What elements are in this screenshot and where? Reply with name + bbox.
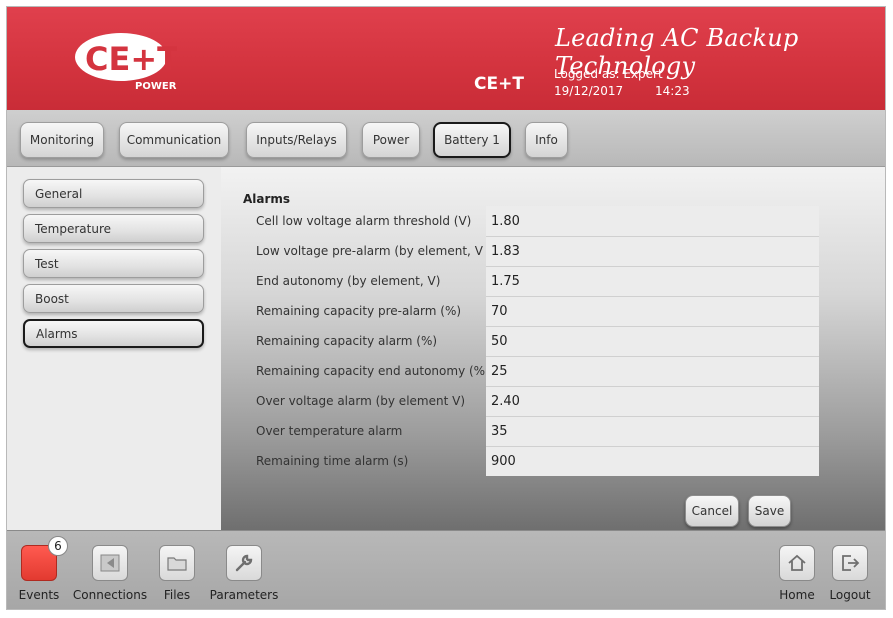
connections-icon bbox=[92, 545, 128, 581]
sidebar-item-general[interactable]: General bbox=[23, 179, 204, 208]
svg-text:CE+T: CE+T bbox=[85, 40, 177, 78]
field-label: Over voltage alarm (by element V) bbox=[256, 394, 465, 408]
connections-label: Connections bbox=[72, 588, 148, 602]
alarms-panel: Alarms Cell low voltage alarm threshold … bbox=[221, 167, 885, 530]
section-title: Alarms bbox=[243, 192, 291, 206]
tab-power[interactable]: Power bbox=[362, 122, 420, 158]
events-button[interactable]: 6 Events bbox=[16, 531, 68, 609]
footer-bar: 6 Events Connections Files Parameters Ho… bbox=[7, 530, 885, 609]
events-count-badge: 6 bbox=[48, 536, 68, 556]
logout-label: Logout bbox=[829, 588, 871, 602]
tab-inputs-relays[interactable]: Inputs/Relays bbox=[246, 122, 347, 158]
main-tab-bar: Monitoring Communication Inputs/Relays P… bbox=[7, 110, 885, 167]
over-voltage-input[interactable] bbox=[486, 386, 819, 416]
parameters-button[interactable]: Parameters bbox=[207, 531, 281, 609]
capacity-end-autonomy-input[interactable] bbox=[486, 356, 819, 386]
capacity-prealarm-input[interactable] bbox=[486, 296, 819, 326]
connections-button[interactable]: Connections bbox=[69, 531, 151, 609]
svg-text:POWER: POWER bbox=[135, 81, 177, 91]
files-button[interactable]: Files bbox=[157, 531, 197, 609]
field-label: Low voltage pre-alarm (by element, V bbox=[256, 244, 483, 258]
current-date: 19/12/2017 bbox=[554, 84, 624, 98]
field-label: Cell low voltage alarm threshold (V) bbox=[256, 214, 472, 228]
sidebar-item-test[interactable]: Test bbox=[23, 249, 204, 278]
low-voltage-prealarm-input[interactable] bbox=[486, 236, 819, 266]
field-label: Over temperature alarm bbox=[256, 424, 403, 438]
wrench-icon bbox=[226, 545, 262, 581]
tab-battery-1[interactable]: Battery 1 bbox=[433, 122, 511, 158]
app-window: CE+T POWER Leading AC Backup Technology … bbox=[6, 6, 886, 610]
sidebar: General Temperature Test Boost Alarms bbox=[7, 167, 221, 530]
field-label: Remaining time alarm (s) bbox=[256, 454, 409, 468]
field-label: Remaining capacity alarm (%) bbox=[256, 334, 438, 348]
sidebar-item-alarms[interactable]: Alarms bbox=[23, 319, 204, 348]
logout-button[interactable]: Logout bbox=[825, 531, 875, 609]
sidebar-item-boost[interactable]: Boost bbox=[23, 284, 204, 313]
field-label: Remaining capacity pre-alarm (%) bbox=[256, 304, 462, 318]
capacity-alarm-input[interactable] bbox=[486, 326, 819, 356]
parameters-label: Parameters bbox=[209, 588, 279, 602]
current-time: 14:23 bbox=[655, 84, 690, 98]
cell-low-voltage-input[interactable] bbox=[486, 206, 819, 236]
events-label: Events bbox=[18, 588, 60, 602]
home-button[interactable]: Home bbox=[775, 531, 819, 609]
logout-icon bbox=[832, 545, 868, 581]
alert-square-icon: 6 bbox=[21, 536, 68, 581]
sidebar-item-temperature[interactable]: Temperature bbox=[23, 214, 204, 243]
tab-info[interactable]: Info bbox=[525, 122, 568, 158]
remaining-time-input[interactable] bbox=[486, 446, 819, 476]
tab-communication[interactable]: Communication bbox=[119, 122, 229, 158]
tab-monitoring[interactable]: Monitoring bbox=[20, 122, 104, 158]
brand-name: CE+T bbox=[474, 74, 524, 94]
home-icon bbox=[779, 545, 815, 581]
field-label: End autonomy (by element, V) bbox=[256, 274, 441, 288]
cancel-button[interactable]: Cancel bbox=[685, 495, 739, 527]
home-label: Home bbox=[779, 588, 815, 602]
cet-logo: CE+T POWER bbox=[75, 33, 177, 91]
files-label: Files bbox=[163, 588, 191, 602]
header-bar: CE+T POWER Leading AC Backup Technology … bbox=[7, 7, 885, 110]
logged-user: Logged as: Expert bbox=[554, 67, 663, 81]
field-label: Remaining capacity end autonomy (% bbox=[256, 364, 486, 378]
save-button[interactable]: Save bbox=[748, 495, 791, 527]
end-autonomy-input[interactable] bbox=[486, 266, 819, 296]
over-temperature-input[interactable] bbox=[486, 416, 819, 446]
folder-icon bbox=[159, 545, 195, 581]
